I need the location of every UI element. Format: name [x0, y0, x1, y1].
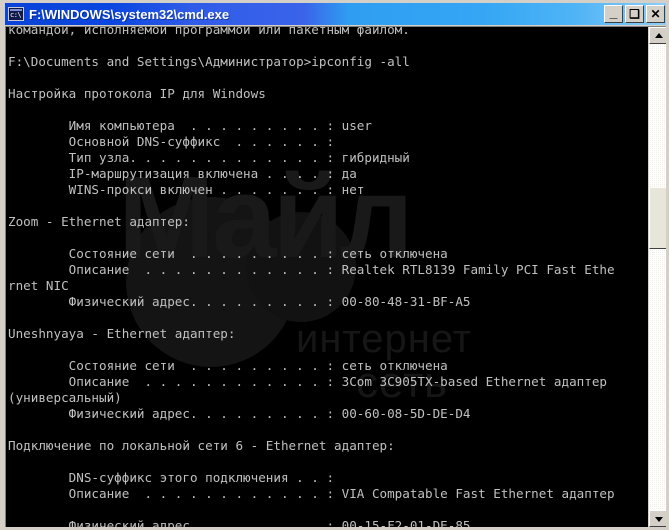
console-line: командой, исполняемой программой или пак… — [8, 27, 410, 37]
cmd-prompt-icon[interactable]: c:\ — [8, 7, 24, 21]
close-button[interactable]: ✕ — [646, 5, 665, 23]
cmd-window: c:\ F:\WINDOWS\system32\cmd.exe _ ❑ ✕ Ма… — [0, 0, 669, 530]
scrollbar-thumb[interactable] — [649, 187, 666, 249]
console-client-area[interactable]: Майл интернет сеть командой, исполняемой… — [5, 26, 666, 527]
console-line: WINS-прокси включен . . . . . . . : нет — [8, 182, 365, 197]
minimize-button[interactable]: _ — [604, 4, 623, 23]
console-line: Тип узла. . . . . . . . . . . . . : гибр… — [8, 150, 410, 165]
console-line: Физический адрес. . . . . . . . . : 00-8… — [8, 294, 471, 309]
maximize-button[interactable]: ❑ — [625, 5, 644, 23]
window-title: F:\WINDOWS\system32\cmd.exe — [29, 6, 230, 22]
console-line: Физический адрес. . . . . . . . . : 00-1… — [8, 518, 471, 527]
console-line: (универсальный) — [8, 390, 122, 405]
console-line: Описание . . . . . . . . . . . . : Realt… — [8, 262, 615, 277]
chevron-down-icon — [654, 516, 663, 522]
console-line: Состояние сети . . . . . . . . . : сеть … — [8, 246, 448, 261]
console-line: Физический адрес. . . . . . . . . : 00-6… — [8, 406, 471, 421]
console-line: Основной DNS-суффикс . . . . . . : — [8, 134, 335, 149]
console-line: Имя компьютера . . . . . . . . . : user — [8, 118, 372, 133]
maximize-icon: ❑ — [629, 7, 640, 21]
console-line: F:\Documents and Settings\Администратор>… — [8, 54, 410, 69]
title-bar[interactable]: c:\ F:\WINDOWS\system32\cmd.exe _ ❑ ✕ — [5, 3, 666, 25]
cmd-prompt-icon-label: c:\ — [10, 11, 22, 19]
console-line: Описание . . . . . . . . . . . . : VIA C… — [8, 486, 615, 501]
scrollbar-track[interactable] — [649, 44, 666, 510]
console-line: Zoom - Ethernet адаптер: — [8, 214, 190, 229]
console-line: Описание . . . . . . . . . . . . : 3Com … — [8, 374, 607, 389]
console-line: Состояние сети . . . . . . . . . : сеть … — [8, 358, 448, 373]
minimize-icon: _ — [609, 4, 618, 20]
console-line: Подключение по локальной сети 6 - Ethern… — [8, 438, 395, 453]
console-line: Настройка протокола IP для Windows — [8, 86, 266, 101]
chevron-up-icon — [654, 32, 663, 38]
console-line: Uneshnyaya - Ethernet адаптер: — [8, 326, 236, 341]
scroll-up-arrow[interactable] — [649, 27, 666, 44]
close-icon: ✕ — [650, 7, 661, 21]
console-output-pane[interactable]: Майл интернет сеть командой, исполняемой… — [6, 27, 647, 527]
console-line: IP-маршрутизация включена . . . . : да — [8, 166, 357, 181]
console-text: командой, исполняемой программой или пак… — [6, 27, 647, 527]
console-line: DNS-суффикс этого подключения . . : — [8, 470, 335, 485]
console-line: rnet NIC — [8, 278, 69, 293]
scroll-down-arrow[interactable] — [649, 510, 666, 527]
vertical-scrollbar[interactable] — [648, 27, 666, 527]
window-controls: _ ❑ ✕ — [602, 4, 665, 23]
